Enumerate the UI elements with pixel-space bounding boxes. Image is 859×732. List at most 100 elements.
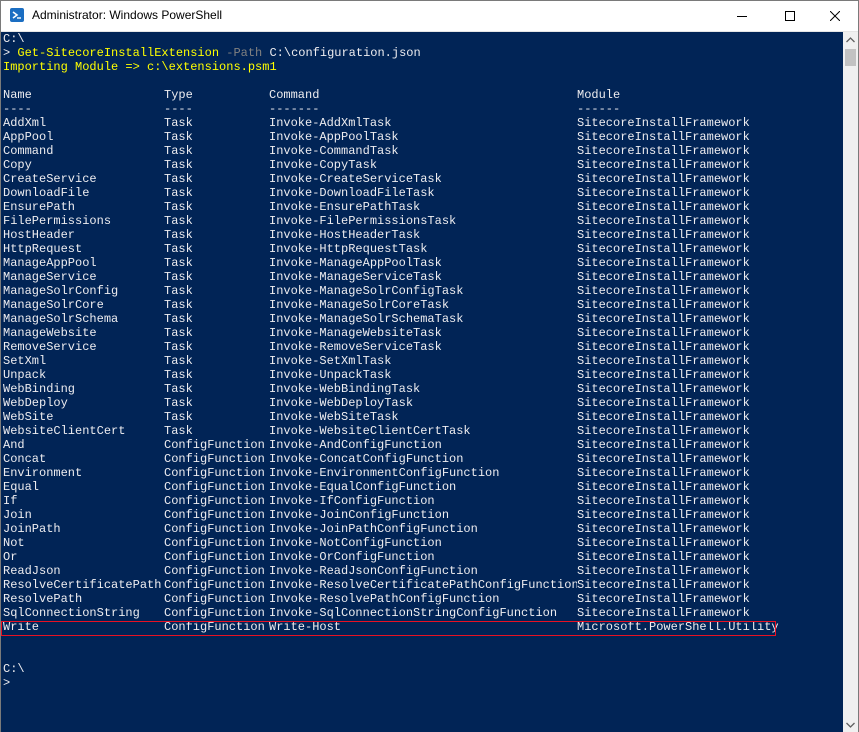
vertical-scrollbar[interactable] [843,32,858,732]
name-cell: Environment [3,466,83,480]
type-cell: ConfigFunction [164,550,265,564]
type-cell: Task [164,368,193,382]
type-cell: Task [164,186,193,200]
module-cell: Module [577,88,621,102]
command-cell: Invoke-SqlConnectionStringConfigFunction [269,606,558,620]
command-cell: Invoke-ManageWebsiteTask [269,326,442,340]
command-cell: Invoke-JoinPathConfigFunction [269,522,478,536]
name-cell: ManageSolrConfig [3,284,119,298]
table-row: ManageWebsite Task Invoke-ManageWebsiteTas… [3,326,837,340]
console-text: C:\configuration.json [262,46,421,60]
module-cell: SitecoreInstallFramework [577,466,750,480]
table-header-underline: ---- ---- ------- ------ [3,102,837,116]
type-cell: Task [164,298,193,312]
module-cell: SitecoreInstallFramework [577,522,750,536]
module-cell: SitecoreInstallFramework [577,284,750,298]
type-cell: Task [164,172,193,186]
console-line: > [3,676,837,690]
type-cell: Task [164,354,193,368]
scroll-up-button[interactable] [843,32,858,47]
command-cell: Command [269,88,320,102]
command-cell: Invoke-DownloadFileTask [269,186,435,200]
name-cell: And [3,438,25,452]
command-cell: Invoke-HostHeaderTask [269,228,421,242]
module-cell: SitecoreInstallFramework [577,228,750,242]
console-line: > Get-SitecoreInstallExtension -Path C:\… [3,46,837,60]
command-cell: Invoke-ReadJsonConfigFunction [269,564,478,578]
command-cell: Invoke-ResolvePathConfigFunction [269,592,500,606]
table-row: Unpack Task Invoke-UnpackTask SitecoreInsta… [3,368,837,382]
highlighted-row-box [1,621,776,636]
title-bar[interactable]: Administrator: Windows PowerShell [1,1,858,32]
console-text: Get-SitecoreInstallExtension [17,46,220,60]
command-cell: Invoke-ManageSolrConfigTask [269,284,464,298]
console-output[interactable]: C:\ > Get-SitecoreInstallExtension -Path … [1,32,843,732]
table-row: Command Task Invoke-CommandTask SitecoreIns… [3,144,837,158]
module-cell: SitecoreInstallFramework [577,396,750,410]
name-cell: Command [3,144,54,158]
type-cell: Task [164,382,193,396]
module-cell: SitecoreInstallFramework [577,606,750,620]
name-cell: If [3,494,18,508]
type-cell: Task [164,228,193,242]
window-title: Administrator: Windows PowerShell [32,8,223,22]
module-cell: SitecoreInstallFramework [577,130,750,144]
powershell-window: Administrator: Windows PowerShell C:\ > G… [0,0,859,732]
table-row: ManageSolrConfig Task Invoke-ManageSolrCon… [3,284,837,298]
type-cell: ConfigFunction [164,466,265,480]
name-cell: ManageWebsite [3,326,97,340]
type-cell: Task [164,116,193,130]
module-cell: SitecoreInstallFramework [577,270,750,284]
minimize-button[interactable] [719,1,765,31]
table-header: Name Type Command Module [3,88,837,102]
table-row: WebsiteClientCert Task Invoke-WebsiteClien… [3,424,837,438]
module-cell: SitecoreInstallFramework [577,438,750,452]
module-cell: SitecoreInstallFramework [577,116,750,130]
table-row: WebBinding Task Invoke-WebBindingTask Sitec… [3,382,837,396]
table-row: Not ConfigFunction Invoke-NotConfigFunctio… [3,536,837,550]
type-cell: Task [164,130,193,144]
console-line: C:\ [3,32,837,46]
module-cell: SitecoreInstallFramework [577,186,750,200]
maximize-button[interactable] [767,1,813,31]
type-cell: ConfigFunction [164,438,265,452]
command-cell: Invoke-JoinConfigFunction [269,508,450,522]
close-button[interactable] [812,1,858,31]
name-cell: WebDeploy [3,396,68,410]
name-cell: ManageAppPool [3,256,97,270]
type-cell: ConfigFunction [164,564,265,578]
table-row: ResolveCertificatePath ConfigFunction Invo… [3,578,837,592]
scroll-down-button[interactable] [843,717,858,732]
table-row: WebDeploy Task Invoke-WebDeployTask Sitecor… [3,396,837,410]
table-row: SetXml Task Invoke-SetXmlTask SitecoreInsta… [3,354,837,368]
module-cell: SitecoreInstallFramework [577,410,750,424]
command-cell: Invoke-HttpRequestTask [269,242,428,256]
command-cell: Invoke-EnsurePathTask [269,200,421,214]
name-cell: Equal [3,480,40,494]
module-cell: ------ [577,102,621,116]
module-cell: SitecoreInstallFramework [577,214,750,228]
name-cell: FilePermissions [3,214,112,228]
name-cell: WebsiteClientCert [3,424,126,438]
table-row: ManageAppPool Task Invoke-ManageAppPoolTas… [3,256,837,270]
command-cell: Invoke-AppPoolTask [269,130,399,144]
scrollbar-thumb[interactable] [845,49,856,66]
console-text: -Path [219,46,263,60]
module-cell: SitecoreInstallFramework [577,298,750,312]
type-cell: Task [164,284,193,298]
module-cell: SitecoreInstallFramework [577,536,750,550]
command-cell: Invoke-ConcatConfigFunction [269,452,464,466]
table-row: Environment ConfigFunction Invoke-Environm… [3,466,837,480]
table-row: Equal ConfigFunction Invoke-EqualConfigFun… [3,480,837,494]
type-cell: Task [164,200,193,214]
name-cell: Join [3,508,32,522]
type-cell: ---- [164,102,193,116]
type-cell: ConfigFunction [164,606,265,620]
name-cell: HttpRequest [3,242,83,256]
powershell-icon[interactable] [10,8,24,22]
table-row: Copy Task Invoke-CopyTask SitecoreInstallFr… [3,158,837,172]
command-cell: Invoke-IfConfigFunction [269,494,435,508]
name-cell: JoinPath [3,522,61,536]
console-text: > [3,46,18,60]
